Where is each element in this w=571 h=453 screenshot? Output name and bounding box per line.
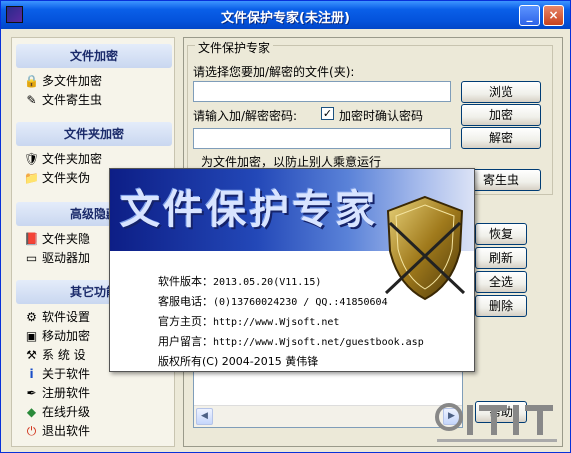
- sidebar-item-register[interactable]: ✒ 注册软件: [16, 384, 172, 403]
- info-icon: i: [29, 367, 34, 381]
- system-icon: ⚒: [26, 348, 37, 362]
- version-label: 软件版本：: [158, 275, 213, 288]
- refresh-button[interactable]: 刷新: [475, 247, 527, 269]
- mobile-encrypt-icon: ▣: [25, 329, 38, 343]
- version-row: 软件版本：2013.05.20(V11.15): [158, 273, 321, 289]
- guestbook-label: 用户留言：: [158, 335, 213, 348]
- sidebar-item-exit[interactable]: ⏻ 退出软件: [16, 422, 172, 441]
- drive-encrypt-icon: ▭: [25, 251, 38, 265]
- phone-row: 客服电话：(0)13760024230 / QQ.:41850604: [158, 293, 388, 309]
- file-path-input[interactable]: [193, 81, 451, 102]
- groupbox-legend: 文件保护专家: [195, 39, 274, 56]
- phone-label: 客服电话：: [158, 295, 213, 308]
- delete-button[interactable]: 删除: [475, 295, 527, 317]
- site-label: 官方主页：: [158, 315, 213, 328]
- select-all-button[interactable]: 全选: [475, 271, 527, 293]
- folder-disguise-icon: 📁: [24, 171, 39, 185]
- confirm-password-checkbox[interactable]: ✓: [321, 107, 334, 120]
- decrypt-button[interactable]: 解密: [461, 127, 541, 149]
- site-link[interactable]: http://www.Wjsoft.net: [213, 317, 339, 328]
- version-value: 2013.05.20(V11.15): [213, 277, 322, 288]
- title-bar[interactable]: 文件保护专家(未注册) _ ×: [1, 1, 570, 29]
- close-button[interactable]: ×: [543, 5, 564, 26]
- minimize-button[interactable]: _: [519, 5, 540, 26]
- main-window: 文件保护专家(未注册) _ × 文件加密 🔒 多文件加密 ✎ 文件寄生虫 文件夹…: [0, 0, 571, 453]
- sidebar-item-label: 注册软件: [42, 386, 91, 400]
- group-title[interactable]: 文件加密: [16, 44, 172, 68]
- sidebar-item-label: 移动加密: [42, 329, 91, 343]
- sidebar-item-label: 软件设置: [42, 310, 91, 324]
- sidebar-item-label: 文件夹伪: [42, 171, 91, 185]
- register-icon: ✒: [26, 386, 37, 400]
- sidebar-item-label: 文件夹隐: [42, 232, 91, 246]
- window-title: 文件保护专家(未注册): [221, 11, 350, 26]
- splash-title: 文件保护专家: [120, 186, 378, 233]
- guestbook-row: 用户留言：http://www.Wjsoft.net/guestbook.asp: [158, 333, 424, 349]
- site-row: 官方主页：http://www.Wjsoft.net: [158, 313, 339, 329]
- password-input[interactable]: [193, 128, 451, 149]
- restore-button[interactable]: 恢复: [475, 223, 527, 245]
- sidebar-item-label: 文件寄生虫: [42, 93, 103, 107]
- sidebar-item-multi-file-encrypt[interactable]: 🔒 多文件加密: [16, 72, 172, 91]
- sidebar-item-label: 在线升级: [42, 405, 91, 419]
- about-splash: 文件保护专家 软件版本：2013.05.20(V11.15) 客服电话：(0)1…: [109, 168, 475, 372]
- group-file-encrypt: 文件加密 🔒 多文件加密 ✎ 文件寄生虫: [16, 44, 172, 110]
- sidebar-item-upgrade[interactable]: ◆ 在线升级: [16, 403, 172, 422]
- copyright-text: 版权所有(C) 2004-2015 黄伟锋: [158, 355, 319, 368]
- phone-value: (0)13760024230 / QQ.:41850604: [213, 297, 388, 308]
- upgrade-icon: ◆: [26, 405, 37, 419]
- sidebar-item-label: 退出软件: [42, 424, 91, 438]
- exit-icon: ⏻: [26, 424, 37, 438]
- sidebar-item-label: 关于软件: [42, 367, 91, 381]
- scroll-left-icon[interactable]: ◀: [196, 408, 213, 425]
- folder-hide-icon: 📕: [24, 232, 39, 246]
- file-parasite-icon: ✎: [26, 93, 37, 107]
- sidebar-item-label: 文件夹加密: [42, 152, 103, 166]
- file-prompt-label: 请选择您要加/解密的文件(夹):: [193, 65, 355, 79]
- sidebar-item-folder-encrypt[interactable]: 🛡 文件夹加密: [16, 150, 172, 169]
- watermark-logo-icon: [435, 403, 557, 442]
- multi-file-encrypt-icon: 🔒: [24, 74, 39, 88]
- browse-button[interactable]: 浏览: [461, 81, 541, 103]
- shield-icon: [384, 195, 466, 301]
- sidebar-item-file-parasite[interactable]: ✎ 文件寄生虫: [16, 91, 172, 110]
- horizontal-scrollbar[interactable]: ◀ ▶: [194, 405, 462, 427]
- settings-icon: ⚙: [26, 310, 37, 324]
- guestbook-link[interactable]: http://www.Wjsoft.net/guestbook.asp: [213, 337, 424, 348]
- sidebar-item-label: 驱动器加: [42, 251, 91, 265]
- folder-encrypt-icon: 🛡: [24, 152, 40, 166]
- encrypt-button[interactable]: 加密: [461, 104, 541, 126]
- password-prompt-label: 请输入加/解密密码:: [193, 109, 298, 123]
- sidebar-item-label: 多文件加密: [42, 74, 103, 88]
- sidebar-item-label: 系 统 设: [42, 348, 86, 362]
- confirm-password-label: 加密时确认密码: [339, 109, 424, 123]
- group-title[interactable]: 文件夹加密: [16, 122, 172, 146]
